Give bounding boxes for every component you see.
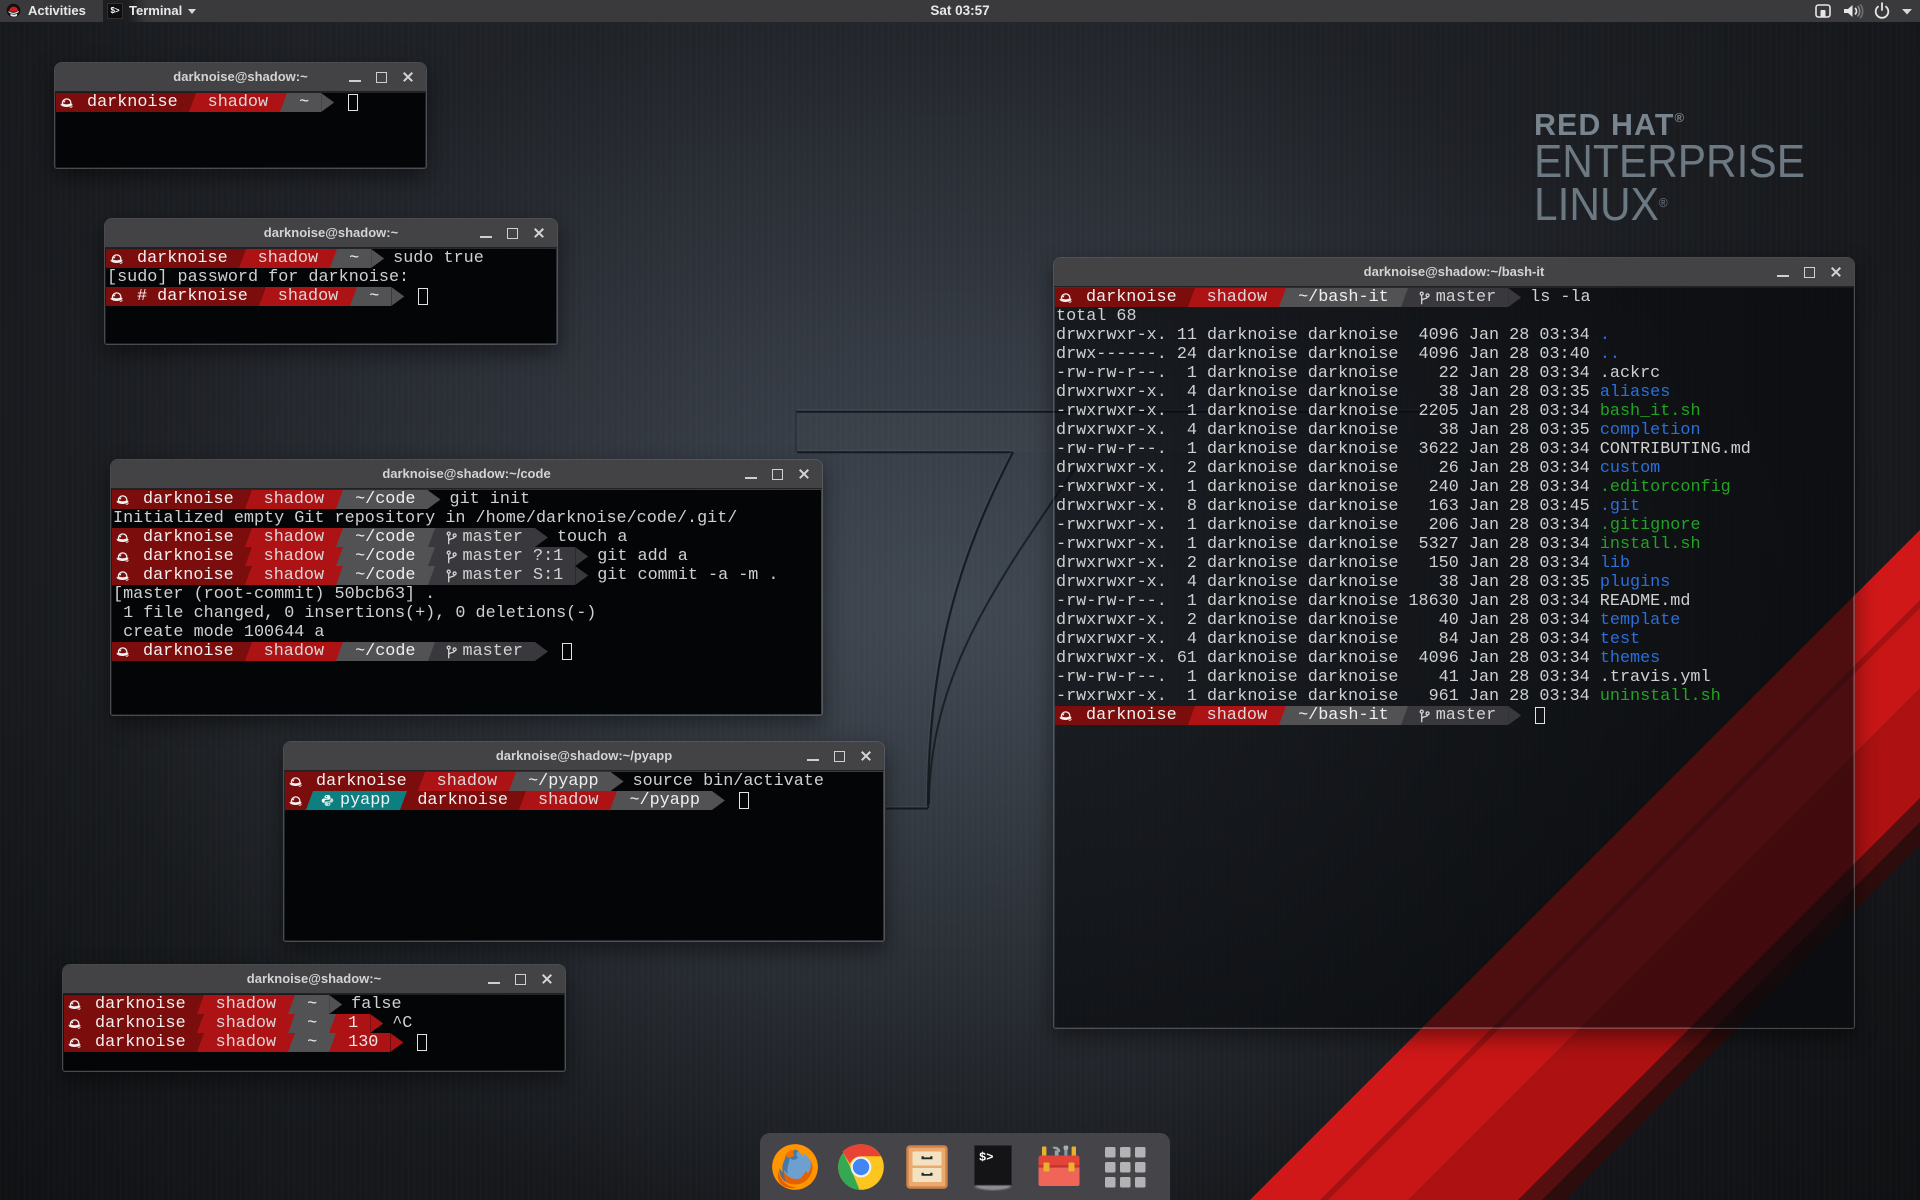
svg-text:$>: $> (979, 1151, 993, 1165)
